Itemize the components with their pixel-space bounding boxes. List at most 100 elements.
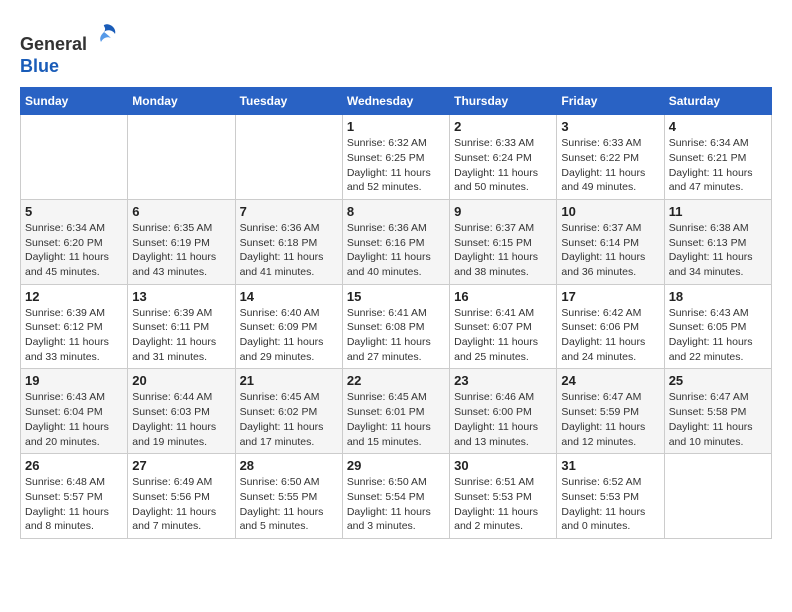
day-number: 30 [454,458,552,473]
day-number: 1 [347,119,445,134]
day-number: 14 [240,289,338,304]
calendar-cell: 23Sunrise: 6:46 AMSunset: 6:00 PMDayligh… [450,369,557,454]
day-number: 22 [347,373,445,388]
calendar-week-row: 5Sunrise: 6:34 AMSunset: 6:20 PMDaylight… [21,199,772,284]
day-info: Sunrise: 6:52 AMSunset: 5:53 PMDaylight:… [561,475,659,534]
day-info: Sunrise: 6:48 AMSunset: 5:57 PMDaylight:… [25,475,123,534]
calendar-cell: 15 Sunrise: 6:41 AMSunset: 6:08 PMDayligh… [342,284,449,369]
day-info: Sunrise: 6:39 AMSunset: 6:12 PMDaylight:… [25,306,123,365]
day-info: Sunrise: 6:34 AMSunset: 6:20 PMDaylight:… [25,221,123,280]
day-number: 26 [25,458,123,473]
day-info: Sunrise: 6:49 AMSunset: 5:56 PMDaylight:… [132,475,230,534]
calendar-cell: 2Sunrise: 6:33 AMSunset: 6:24 PMDaylight… [450,115,557,200]
calendar-cell: 24Sunrise: 6:47 AMSunset: 5:59 PMDayligh… [557,369,664,454]
calendar-cell: 26 Sunrise: 6:48 AMSunset: 5:57 PMDayligh… [21,454,128,539]
day-info: Sunrise: 6:36 AMSunset: 6:18 PMDaylight:… [240,221,338,280]
day-number: 7 [240,204,338,219]
calendar-cell [235,115,342,200]
weekday-header-thursday: Thursday [450,88,557,115]
calendar-cell: 1 Sunrise: 6:32 AMSunset: 6:25 PMDaylight… [342,115,449,200]
day-info: Sunrise: 6:45 AMSunset: 6:01 PMDaylight:… [347,390,445,449]
day-info: Sunrise: 6:38 AMSunset: 6:13 PMDaylight:… [669,221,767,280]
day-info: Sunrise: 6:50 AMSunset: 5:54 PMDaylight:… [347,475,445,534]
calendar-week-row: 19Sunrise: 6:43 AMSunset: 6:04 PMDayligh… [21,369,772,454]
calendar-cell: 8 Sunrise: 6:36 AMSunset: 6:16 PMDaylight… [342,199,449,284]
calendar-cell: 20Sunrise: 6:44 AMSunset: 6:03 PMDayligh… [128,369,235,454]
day-number: 3 [561,119,659,134]
day-number: 25 [669,373,767,388]
day-number: 21 [240,373,338,388]
day-number: 23 [454,373,552,388]
day-number: 10 [561,204,659,219]
day-info: Sunrise: 6:37 AMSunset: 6:14 PMDaylight:… [561,221,659,280]
day-number: 12 [25,289,123,304]
calendar-cell: 13 Sunrise: 6:39 AMSunset: 6:11 PMDayligh… [128,284,235,369]
calendar-cell: 16 Sunrise: 6:41 AMSunset: 6:07 PMDayligh… [450,284,557,369]
calendar-cell [664,454,771,539]
day-info: Sunrise: 6:47 AMSunset: 5:58 PMDaylight:… [669,390,767,449]
day-number: 17 [561,289,659,304]
logo-general-text: General [20,34,87,54]
calendar-cell: 29Sunrise: 6:50 AMSunset: 5:54 PMDayligh… [342,454,449,539]
day-info: Sunrise: 6:34 AMSunset: 6:21 PMDaylight:… [669,136,767,195]
day-info: Sunrise: 6:36 AMSunset: 6:16 PMDaylight:… [347,221,445,280]
weekday-header-tuesday: Tuesday [235,88,342,115]
logo-bird-icon [89,20,119,50]
calendar-cell [128,115,235,200]
day-info: Sunrise: 6:33 AMSunset: 6:24 PMDaylight:… [454,136,552,195]
day-info: Sunrise: 6:33 AMSunset: 6:22 PMDaylight:… [561,136,659,195]
calendar-cell: 10 Sunrise: 6:37 AMSunset: 6:14 PMDayligh… [557,199,664,284]
day-number: 28 [240,458,338,473]
day-info: Sunrise: 6:39 AMSunset: 6:11 PMDaylight:… [132,306,230,365]
calendar-cell: 7 Sunrise: 6:36 AMSunset: 6:18 PMDaylight… [235,199,342,284]
calendar-cell: 18 Sunrise: 6:43 AMSunset: 6:05 PMDayligh… [664,284,771,369]
calendar-cell: 6 Sunrise: 6:35 AMSunset: 6:19 PMDaylight… [128,199,235,284]
day-info: Sunrise: 6:51 AMSunset: 5:53 PMDaylight:… [454,475,552,534]
calendar-cell: 19Sunrise: 6:43 AMSunset: 6:04 PMDayligh… [21,369,128,454]
day-number: 20 [132,373,230,388]
calendar-cell: 22 Sunrise: 6:45 AMSunset: 6:01 PMDayligh… [342,369,449,454]
day-number: 31 [561,458,659,473]
day-number: 27 [132,458,230,473]
day-info: Sunrise: 6:35 AMSunset: 6:19 PMDaylight:… [132,221,230,280]
day-info: Sunrise: 6:32 AMSunset: 6:25 PMDaylight:… [347,136,445,195]
day-info: Sunrise: 6:37 AMSunset: 6:15 PMDaylight:… [454,221,552,280]
page-header: General Blue [20,20,772,77]
day-number: 18 [669,289,767,304]
calendar-week-row: 26 Sunrise: 6:48 AMSunset: 5:57 PMDayligh… [21,454,772,539]
day-number: 15 [347,289,445,304]
calendar-cell: 28 Sunrise: 6:50 AMSunset: 5:55 PMDayligh… [235,454,342,539]
weekday-header-friday: Friday [557,88,664,115]
day-info: Sunrise: 6:50 AMSunset: 5:55 PMDaylight:… [240,475,338,534]
calendar-cell: 17Sunrise: 6:42 AMSunset: 6:06 PMDayligh… [557,284,664,369]
day-number: 4 [669,119,767,134]
day-info: Sunrise: 6:45 AMSunset: 6:02 PMDaylight:… [240,390,338,449]
day-info: Sunrise: 6:41 AMSunset: 6:08 PMDaylight:… [347,306,445,365]
weekday-header-wednesday: Wednesday [342,88,449,115]
calendar-cell: 9 Sunrise: 6:37 AMSunset: 6:15 PMDaylight… [450,199,557,284]
day-info: Sunrise: 6:43 AMSunset: 6:05 PMDaylight:… [669,306,767,365]
day-number: 13 [132,289,230,304]
day-info: Sunrise: 6:47 AMSunset: 5:59 PMDaylight:… [561,390,659,449]
day-info: Sunrise: 6:40 AMSunset: 6:09 PMDaylight:… [240,306,338,365]
calendar-cell: 14 Sunrise: 6:40 AMSunset: 6:09 PMDayligh… [235,284,342,369]
calendar-cell: 30 Sunrise: 6:51 AMSunset: 5:53 PMDayligh… [450,454,557,539]
day-number: 8 [347,204,445,219]
weekday-header-saturday: Saturday [664,88,771,115]
logo: General Blue [20,20,119,77]
day-number: 11 [669,204,767,219]
calendar-cell: 27 Sunrise: 6:49 AMSunset: 5:56 PMDayligh… [128,454,235,539]
day-number: 16 [454,289,552,304]
calendar-table: SundayMondayTuesdayWednesdayThursdayFrid… [20,87,772,539]
logo-blue-text: Blue [20,56,59,76]
day-info: Sunrise: 6:41 AMSunset: 6:07 PMDaylight:… [454,306,552,365]
calendar-cell: 5Sunrise: 6:34 AMSunset: 6:20 PMDaylight… [21,199,128,284]
calendar-cell [21,115,128,200]
day-number: 9 [454,204,552,219]
calendar-cell: 4 Sunrise: 6:34 AMSunset: 6:21 PMDaylight… [664,115,771,200]
calendar-cell: 12 Sunrise: 6:39 AMSunset: 6:12 PMDayligh… [21,284,128,369]
day-number: 6 [132,204,230,219]
calendar-cell: 21 Sunrise: 6:45 AMSunset: 6:02 PMDayligh… [235,369,342,454]
day-number: 19 [25,373,123,388]
calendar-cell: 3 Sunrise: 6:33 AMSunset: 6:22 PMDaylight… [557,115,664,200]
